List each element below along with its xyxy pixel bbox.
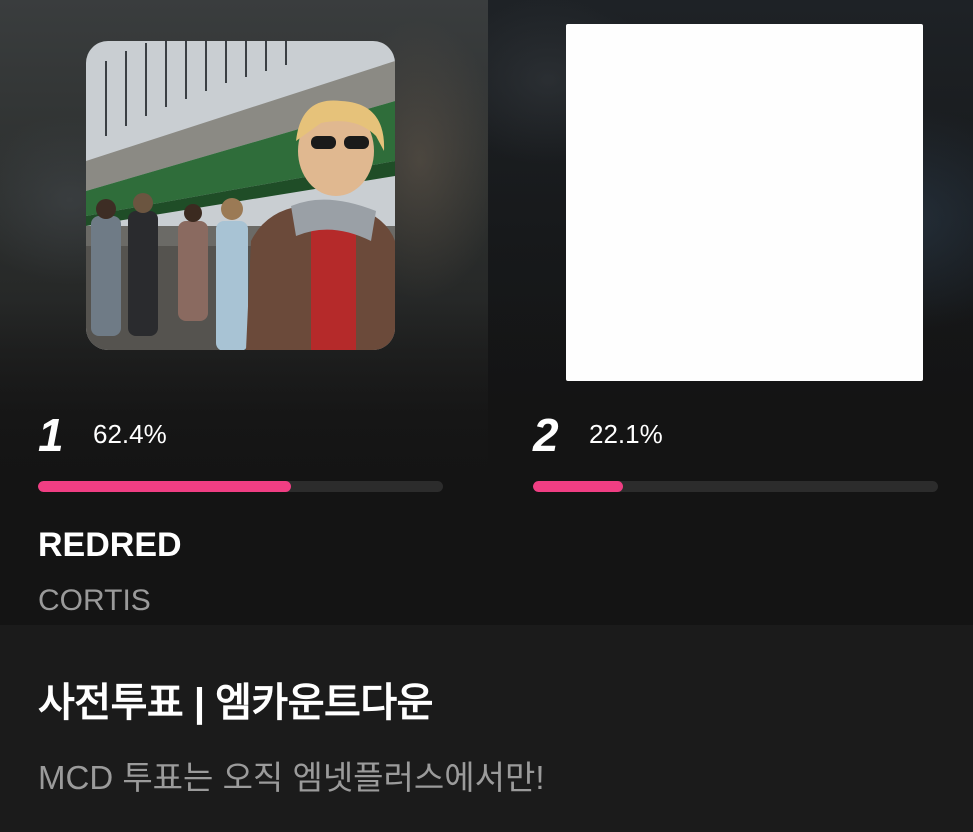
album-art-redred[interactable]	[86, 41, 395, 350]
vote-results-screen: 1 62.4% REDRED CORTIS 2 22.1% 사전투표 | 엠카운…	[0, 0, 973, 832]
ranking-card-2[interactable]: 2 22.1%	[488, 0, 973, 625]
rank-number: 2	[533, 409, 559, 461]
vote-info-section: 사전투표 | 엠카운트다운 MCD 투표는 오직 엠넷플러스에서만!	[0, 625, 973, 832]
album-art-placeholder[interactable]	[566, 24, 923, 381]
section-title: 사전투표 | 엠카운트다운	[38, 681, 433, 725]
ranking-card-1[interactable]: 1 62.4% REDRED CORTIS	[0, 0, 488, 625]
vote-progress-fill	[533, 481, 623, 492]
song-artist[interactable]: CORTIS	[38, 583, 151, 619]
vote-progress-bar	[38, 481, 443, 492]
section-subtitle: MCD 투표는 오직 엠넷플러스에서만!	[38, 759, 545, 796]
vote-progress-fill	[38, 481, 291, 492]
ranking-cards: 1 62.4% REDRED CORTIS 2 22.1%	[0, 0, 973, 625]
rank-number: 1	[38, 409, 64, 461]
song-title[interactable]: REDRED	[38, 525, 182, 565]
vote-percentage: 62.4%	[93, 419, 167, 449]
vote-progress-bar	[533, 481, 938, 492]
vote-percentage: 22.1%	[589, 419, 663, 449]
